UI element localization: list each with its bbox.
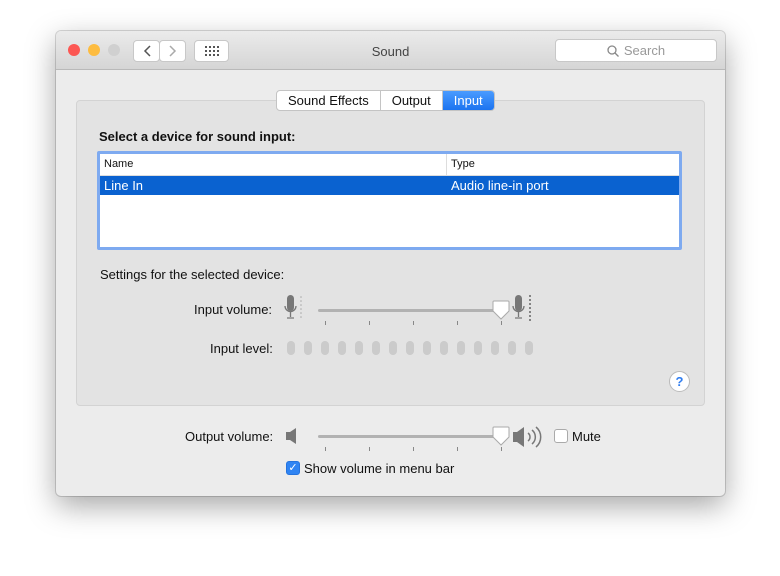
column-header-type[interactable]: Type	[447, 154, 475, 175]
slider-tick	[413, 321, 414, 325]
show-volume-label: Show volume in menu bar	[304, 461, 455, 476]
device-name: Line In	[104, 178, 144, 193]
level-segment	[287, 341, 295, 355]
slider-tick	[457, 321, 458, 325]
tab-sound-effects[interactable]: Sound Effects	[277, 91, 381, 110]
column-header-name[interactable]: Name	[100, 154, 447, 175]
speaker-high-icon	[513, 426, 542, 448]
level-segment	[304, 341, 312, 355]
search-input[interactable]: Search	[555, 39, 717, 62]
settings-heading: Settings for the selected device:	[100, 267, 285, 282]
speaker-low-icon	[286, 428, 296, 444]
level-segment	[474, 341, 482, 355]
table-row[interactable]: Line In Audio line-in port	[100, 176, 679, 195]
show-volume-checkbox[interactable]: ✓	[286, 461, 300, 475]
level-segment	[338, 341, 346, 355]
level-segment	[423, 341, 431, 355]
input-level-label: Input level:	[210, 341, 273, 356]
level-segment	[440, 341, 448, 355]
level-segment	[525, 341, 533, 355]
slider-tick	[501, 447, 502, 451]
search-icon	[607, 44, 619, 57]
level-segment	[457, 341, 465, 355]
tab-input[interactable]: Input	[442, 91, 494, 110]
device-heading: Select a device for sound input:	[99, 129, 296, 144]
level-segment	[389, 341, 397, 355]
microphone-low-icon	[284, 295, 302, 319]
tab-bar: Sound Effects Output Input	[276, 90, 495, 111]
output-volume-label: Output volume:	[185, 429, 274, 444]
level-segment	[355, 341, 363, 355]
slider-track[interactable]	[318, 309, 502, 312]
level-segment	[321, 341, 329, 355]
mute-label: Mute	[572, 429, 601, 444]
device-table[interactable]: Name Type Line In Audio line-in port	[97, 151, 682, 250]
input-panel	[76, 100, 705, 406]
checkmark-icon: ✓	[288, 462, 298, 474]
slider-track[interactable]	[318, 435, 502, 438]
slider-thumb[interactable]	[492, 426, 510, 446]
slider-tick	[325, 321, 326, 325]
search-placeholder: Search	[623, 43, 666, 58]
level-segment	[406, 341, 414, 355]
slider-tick	[413, 447, 414, 451]
sound-window: Sound Search Sound Effects Output Input …	[56, 31, 725, 496]
mute-checkbox[interactable]	[554, 429, 568, 443]
level-segment	[508, 341, 516, 355]
device-type: Audio line-in port	[451, 178, 549, 193]
slider-thumb[interactable]	[492, 300, 510, 320]
microphone-high-icon	[512, 295, 531, 321]
title-bar: Sound Search	[56, 31, 725, 70]
slider-tick	[457, 447, 458, 451]
help-button[interactable]: ?	[669, 371, 690, 392]
slider-tick	[369, 447, 370, 451]
slider-tick	[501, 321, 502, 325]
level-segment	[372, 341, 380, 355]
input-volume-label: Input volume:	[194, 302, 273, 317]
slider-tick	[369, 321, 370, 325]
slider-tick	[325, 447, 326, 451]
tab-output[interactable]: Output	[381, 91, 443, 110]
level-segment	[491, 341, 499, 355]
